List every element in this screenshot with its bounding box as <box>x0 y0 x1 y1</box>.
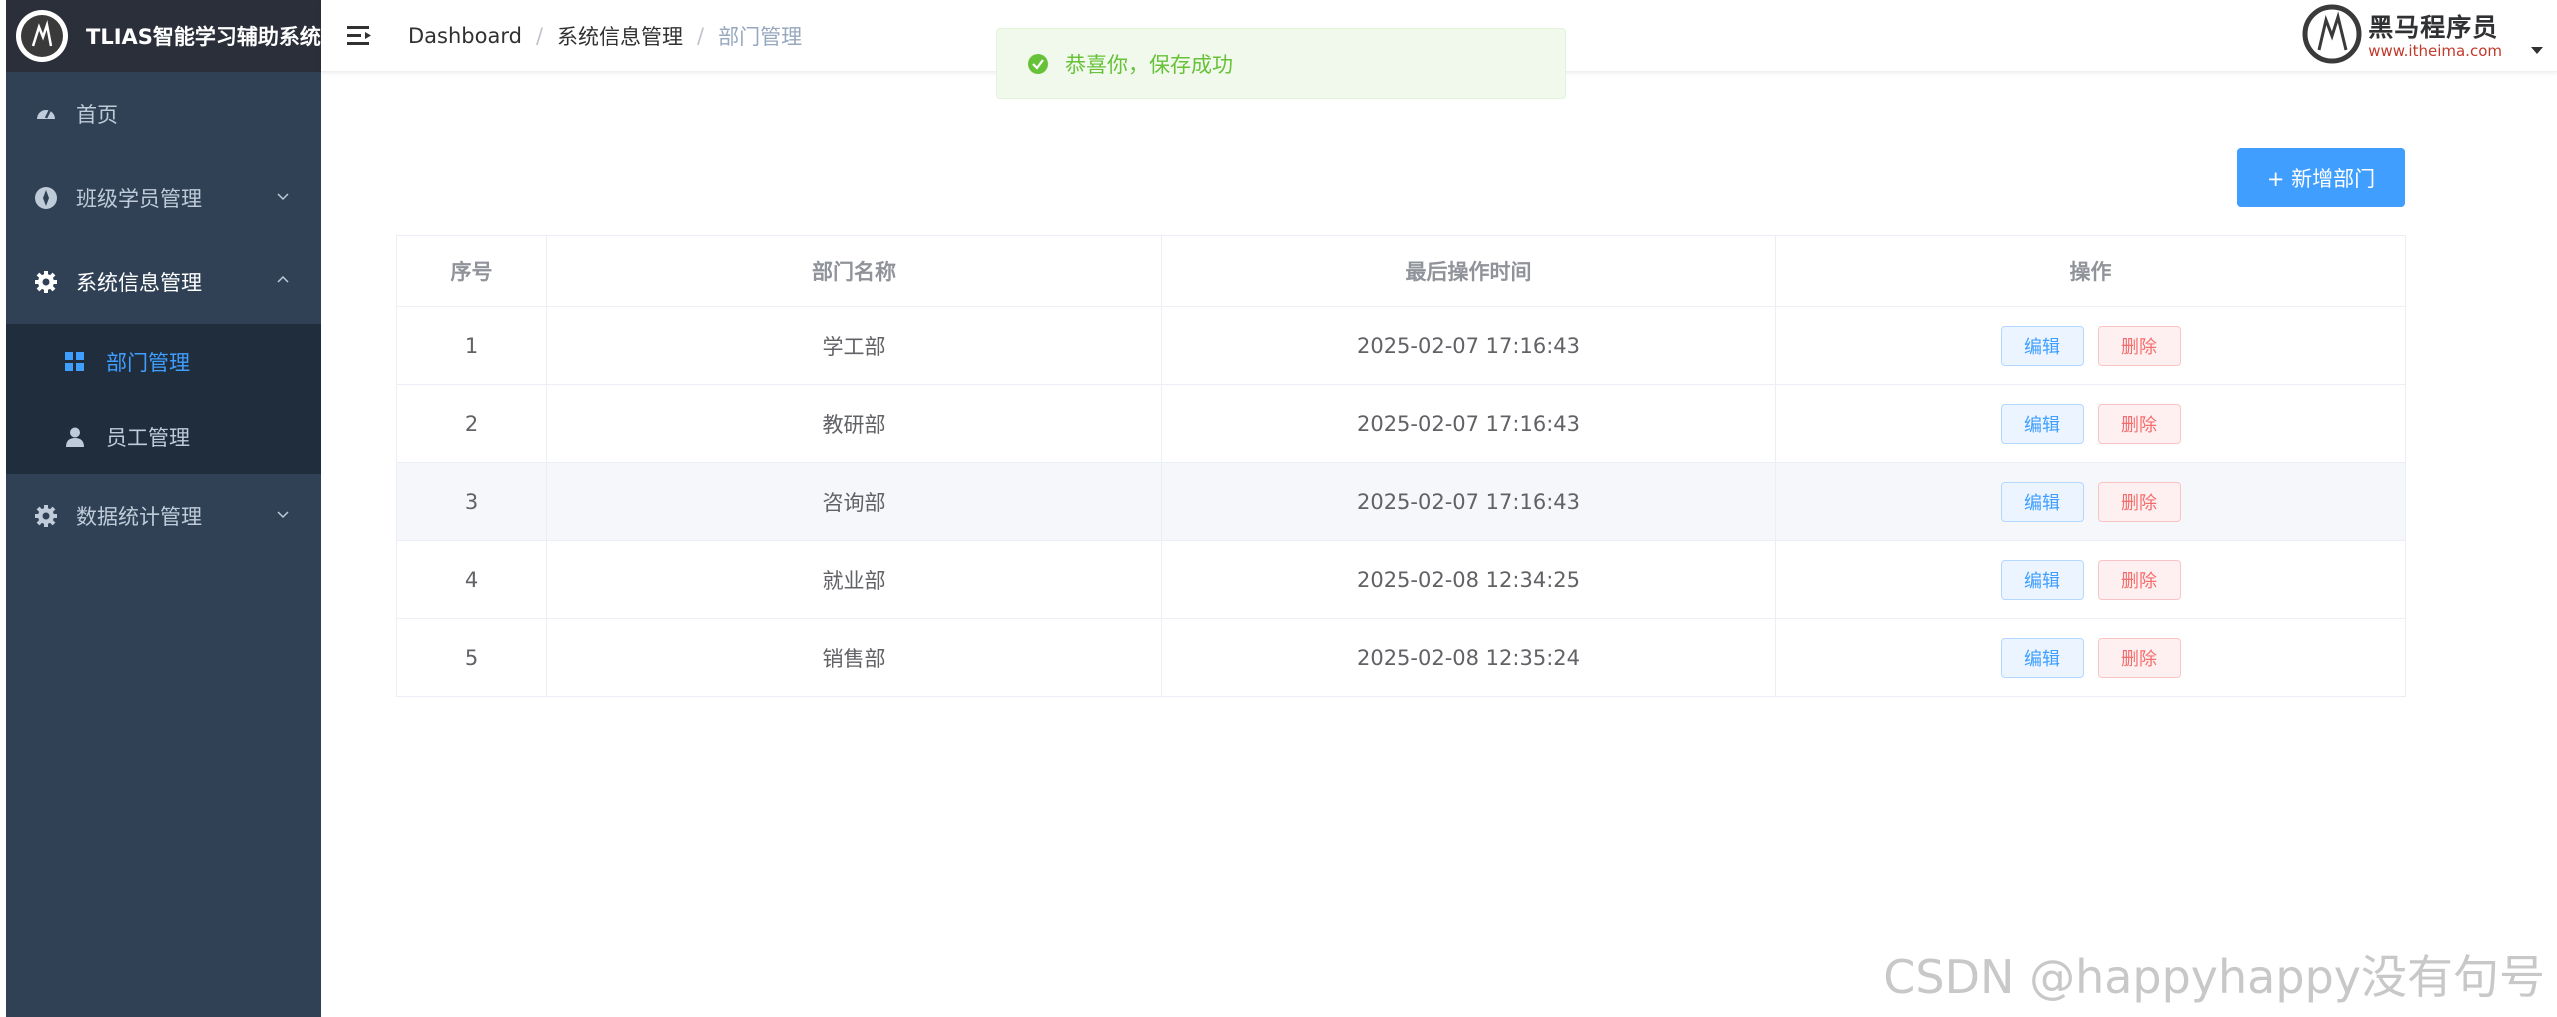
delete-button[interactable]: 删除 <box>2097 559 2181 600</box>
brand-logo-icon <box>2302 4 2362 64</box>
toast-message: 恭喜你，保存成功 <box>1065 52 1233 77</box>
table-row: 2 教研部 2025-02-07 17:16:43 编辑 删除 <box>396 384 2406 463</box>
sidebar-item-department[interactable]: 部门管理 <box>6 324 321 399</box>
add-department-button[interactable]: + 新增部门 <box>2237 148 2405 207</box>
cell-time: 2025-02-07 17:16:43 <box>1161 462 1776 541</box>
user-icon <box>62 424 88 450</box>
breadcrumb-separator: / <box>697 24 705 48</box>
table-row: 1 学工部 2025-02-07 17:16:43 编辑 删除 <box>396 306 2406 385</box>
cell-actions: 编辑 删除 <box>1775 384 2406 463</box>
breadcrumb: Dashboard / 系统信息管理 / 部门管理 <box>408 0 802 72</box>
cell-index: 5 <box>396 618 547 697</box>
cell-index: 4 <box>396 540 547 619</box>
sidebar-item-employee[interactable]: 员工管理 <box>6 399 321 474</box>
submenu-system-info: 部门管理 员工管理 <box>6 324 321 474</box>
edit-button[interactable]: 编辑 <box>2000 481 2084 522</box>
cell-time: 2025-02-08 12:35:24 <box>1161 618 1776 697</box>
delete-button[interactable]: 删除 <box>2097 481 2181 522</box>
table-row: 3 咨询部 2025-02-07 17:16:43 编辑 删除 <box>396 462 2406 541</box>
breadcrumb-item-department: 部门管理 <box>718 25 803 49</box>
breadcrumb-separator: / <box>535 24 544 48</box>
breadcrumb-item-system-info: 系统信息管理 <box>557 25 684 49</box>
table-row: 5 销售部 2025-02-08 12:35:24 编辑 删除 <box>396 618 2406 697</box>
logo-icon <box>16 10 68 62</box>
gear-icon <box>32 502 60 530</box>
column-header-actions: 操作 <box>1775 235 2406 307</box>
sidebar-item-label: 首页 <box>76 103 118 127</box>
table-row: 4 就业部 2025-02-08 12:34:25 编辑 删除 <box>396 540 2406 619</box>
sidebar-item-class-students[interactable]: 班级学员管理 <box>6 156 321 240</box>
gear-icon <box>32 268 60 296</box>
chevron-up-icon <box>277 275 289 283</box>
delete-button[interactable]: 删除 <box>2097 403 2181 444</box>
dashboard-icon <box>32 100 60 128</box>
cell-index: 2 <box>396 384 547 463</box>
edit-button[interactable]: 编辑 <box>2000 325 2084 366</box>
table-header-row: 序号 部门名称 最后操作时间 操作 <box>396 235 2406 307</box>
cell-name: 销售部 <box>546 618 1162 697</box>
cell-name: 学工部 <box>546 306 1162 385</box>
cell-time: 2025-02-07 17:16:43 <box>1161 306 1776 385</box>
user-avatar[interactable]: 黑马程序员 www.itheima.com <box>2302 4 2502 64</box>
cell-actions: 编辑 删除 <box>1775 540 2406 619</box>
sidebar-item-system-info[interactable]: 系统信息管理 <box>6 240 321 324</box>
cell-name: 咨询部 <box>546 462 1162 541</box>
chevron-down-icon <box>277 511 289 519</box>
column-header-index: 序号 <box>396 235 547 307</box>
cell-index: 1 <box>396 306 547 385</box>
department-table: 序号 部门名称 最后操作时间 操作 1 学工部 2025-02-07 17:16… <box>396 235 2406 697</box>
sidebar-item-label: 系统信息管理 <box>76 271 202 295</box>
cell-name: 教研部 <box>546 384 1162 463</box>
brand-url: www.itheima.com <box>2368 42 2502 60</box>
cell-actions: 编辑 删除 <box>1775 618 2406 697</box>
logo-bar: TLIAS智能学习辅助系统 <box>6 0 321 72</box>
delete-button[interactable]: 删除 <box>2097 637 2181 678</box>
cell-time: 2025-02-08 12:34:25 <box>1161 540 1776 619</box>
watermark: CSDN @happyhappy没有句号 <box>1883 950 2545 1004</box>
sidebar-item-label: 部门管理 <box>106 350 190 375</box>
breadcrumb-item-dashboard[interactable]: Dashboard <box>408 24 522 48</box>
brand-name: 黑马程序员 <box>2368 13 2499 42</box>
column-header-name: 部门名称 <box>546 235 1162 307</box>
sidebar-item-label: 班级学员管理 <box>76 187 202 211</box>
sidebar-item-label: 数据统计管理 <box>76 505 202 529</box>
sidebar-item-statistics[interactable]: 数据统计管理 <box>6 474 321 558</box>
cell-time: 2025-02-07 17:16:43 <box>1161 384 1776 463</box>
chevron-down-icon <box>277 193 289 201</box>
sidebar-item-home[interactable]: 首页 <box>6 72 321 156</box>
compass-icon <box>32 184 60 212</box>
delete-button[interactable]: 删除 <box>2097 325 2181 366</box>
success-toast: 恭喜你，保存成功 <box>996 28 1566 99</box>
cell-index: 3 <box>396 462 547 541</box>
edit-button[interactable]: 编辑 <box>2000 637 2084 678</box>
grid-icon <box>62 349 88 375</box>
cell-actions: 编辑 删除 <box>1775 462 2406 541</box>
caret-down-icon[interactable] <box>2531 47 2543 54</box>
cell-name: 就业部 <box>546 540 1162 619</box>
cell-actions: 编辑 删除 <box>1775 306 2406 385</box>
hamburger-icon[interactable] <box>347 24 373 48</box>
column-header-time: 最后操作时间 <box>1161 235 1776 307</box>
sidebar: TLIAS智能学习辅助系统 首页 班级学员管理 系统信息管理 部门管理 员工管理… <box>6 0 321 1017</box>
success-check-icon <box>1028 53 1048 74</box>
edit-button[interactable]: 编辑 <box>2000 559 2084 600</box>
sidebar-item-label: 员工管理 <box>106 425 190 450</box>
edit-button[interactable]: 编辑 <box>2000 403 2084 444</box>
app-title: TLIAS智能学习辅助系统 <box>86 25 321 49</box>
